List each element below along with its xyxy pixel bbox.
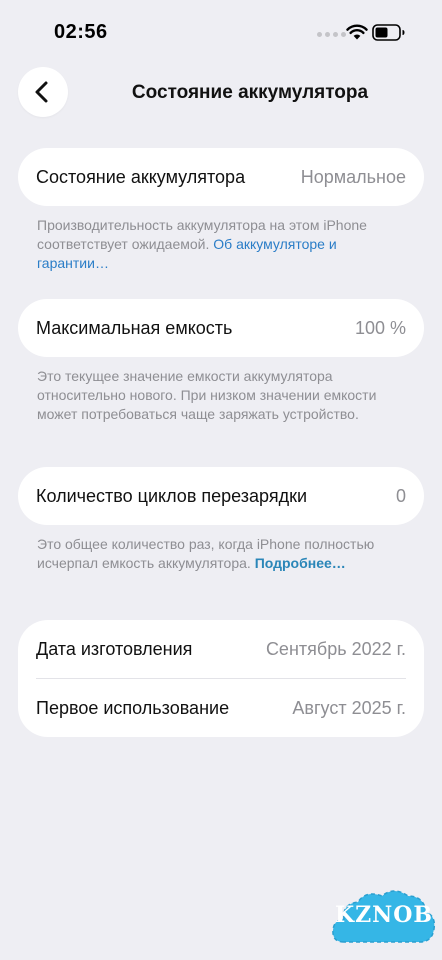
cycle-count-card: Количество циклов перезарядки 0 <box>18 467 424 525</box>
battery-health-row: Состояние аккумулятора Нормальное <box>18 148 424 206</box>
status-bar: 02:56 <box>0 0 442 60</box>
dates-card: Дата изготовления Сентябрь 2022 г. Перво… <box>18 620 424 737</box>
battery-icon <box>372 24 405 41</box>
learn-more-link[interactable]: Подробнее… <box>255 555 346 571</box>
manufacture-date-row: Дата изготовления Сентябрь 2022 г. <box>18 620 424 678</box>
manufacture-date-label: Дата изготовления <box>36 638 193 659</box>
first-use-value: Август 2025 г. <box>292 697 406 718</box>
cycle-count-value: 0 <box>395 485 406 506</box>
watermark-logo: KZNOB <box>330 884 438 954</box>
cycle-count-label: Количество циклов перезарядки <box>36 485 308 506</box>
status-time: 02:56 <box>54 21 108 43</box>
max-capacity-row: Максимальная емкость 100 % <box>18 299 424 357</box>
cycle-count-footnote: Это общее количество раз, когда iPhone п… <box>37 535 397 573</box>
first-use-label: Первое использование <box>36 697 230 718</box>
battery-health-footnote: Производительность аккумулятора на этом … <box>37 216 397 273</box>
max-capacity-card: Максимальная емкость 100 % <box>18 299 424 357</box>
max-capacity-label: Максимальная емкость <box>36 317 233 338</box>
max-capacity-footnote: Это текущее значение емкости аккумулятор… <box>37 368 377 422</box>
page-title: Состояние аккумулятора <box>131 82 369 103</box>
manufacture-date-value: Сентябрь 2022 г. <box>265 638 406 659</box>
battery-health-card: Состояние аккумулятора Нормальное <box>18 148 424 206</box>
battery-health-value: Нормальное <box>300 166 406 187</box>
first-use-row: Первое использование Август 2025 г. <box>18 679 424 737</box>
max-capacity-value: 100 % <box>354 317 406 338</box>
cellular-signal-icon <box>317 32 346 37</box>
battery-health-screen: 02:56 Состояние аккумулятора Состояние а… <box>0 0 442 960</box>
watermark-text: KZNOB <box>334 902 434 928</box>
battery-health-label: Состояние аккумулятора <box>36 166 246 187</box>
cycle-count-row: Количество циклов перезарядки 0 <box>18 467 424 525</box>
wifi-icon <box>346 24 368 40</box>
